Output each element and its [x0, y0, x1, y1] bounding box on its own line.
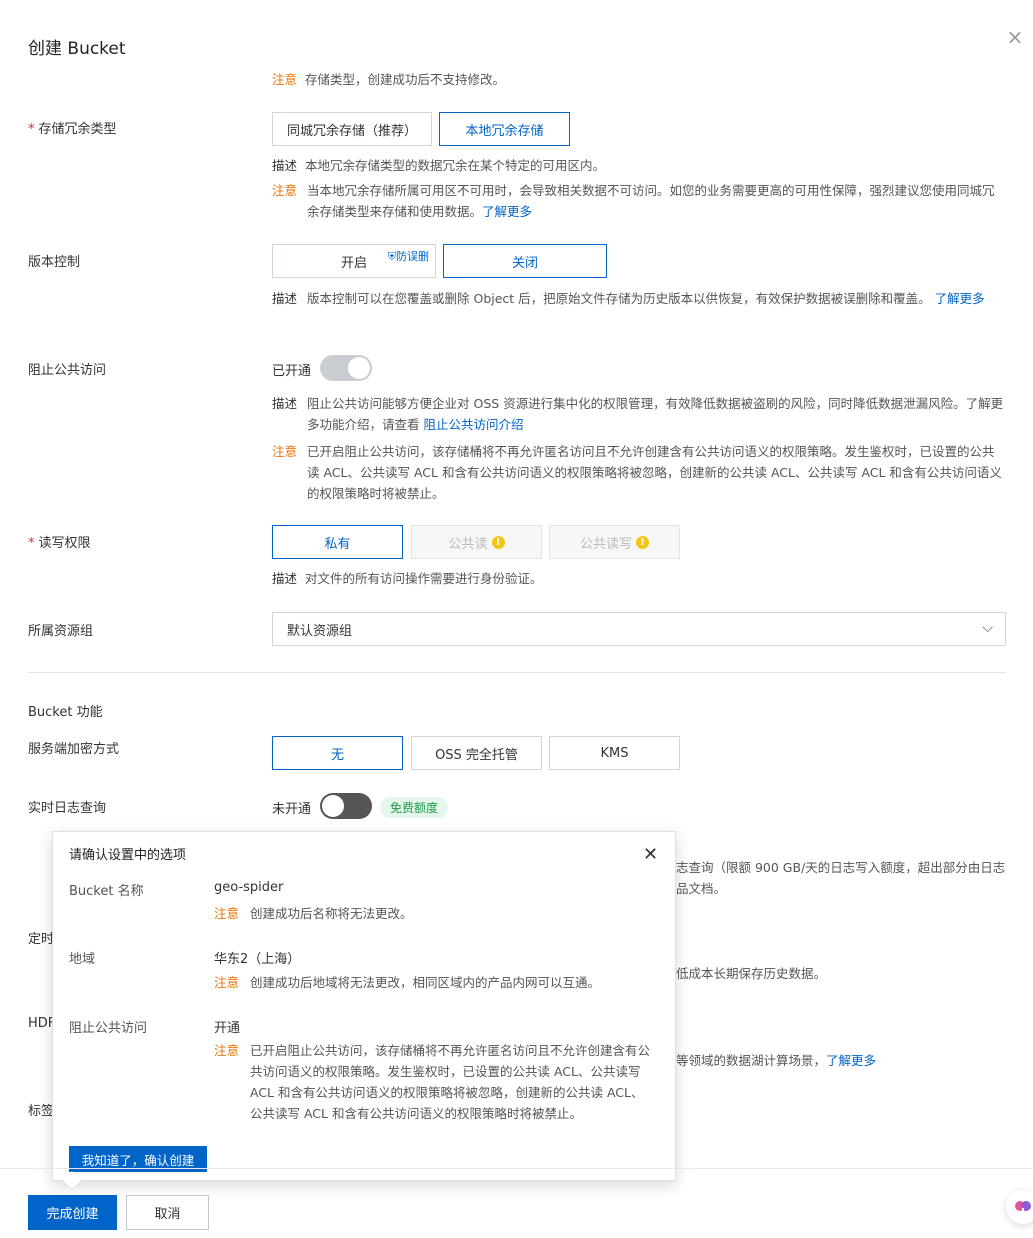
close-icon[interactable]: ✕ — [643, 844, 658, 865]
popover-region-value: 华东2（上海） — [214, 952, 301, 967]
versioning-desc: 描述 版本控制可以在您覆盖或删除 Object 后，把原始文件存储为历史版本以供… — [272, 291, 985, 306]
submit-button[interactable]: 完成创建 — [28, 1195, 117, 1230]
versioning-option-on[interactable]: 开启 ⛨防误删 — [272, 244, 436, 278]
popover-bucket-name-label: Bucket 名称 — [69, 884, 144, 899]
popover-bucket-name-note: 注意 创建成功后名称将无法更改。 — [214, 906, 413, 921]
popover-arrow — [62, 1171, 82, 1191]
scheduled-backup-desc-partial: 低成本长期保存历史数据。 — [676, 966, 827, 981]
warning-icon: ! — [491, 535, 505, 549]
versioning-label: 版本控制 — [28, 255, 81, 270]
popover-block-public-note: 注意 已开启阻止公共访问，该存储桶将不再允许匿名访问且不允许创建含有公共访问语义… — [214, 1043, 651, 1121]
block-public-desc: 描述 阻止公共访问能够方便企业对 OSS 资源进行集中化的权限管理，有效降低数据… — [272, 396, 1004, 432]
free-quota-badge: 免费额度 — [380, 797, 449, 818]
encryption-option-kms[interactable]: KMS — [549, 736, 680, 770]
acl-desc: 描述 对文件的所有访问操作需要进行身份验证。 — [272, 571, 543, 586]
realtime-log-desc-partial: 志查询（限额 900 GB/天的日志写入额度，超出部分由日志 — [676, 860, 1006, 875]
block-public-note: 注意 已开启阻止公共访问，该存储桶将不再允许匿名访问且不允许创建含有公共访问语义… — [272, 444, 1002, 501]
redundancy-option-zrs[interactable]: 同城冗余存储（推荐） — [272, 112, 432, 146]
redundancy-learn-more-link[interactable]: 了解更多 — [482, 204, 532, 219]
block-public-intro-link[interactable]: 阻止公共访问介绍 — [424, 417, 524, 432]
popover-block-public-value: 开通 — [214, 1021, 241, 1036]
realtime-log-doc-link[interactable]: 品文档。 — [676, 878, 726, 897]
encryption-option-oss[interactable]: OSS 完全托管 — [411, 736, 542, 770]
resource-group-select[interactable]: 默认资源组 ⌵ — [272, 612, 1006, 646]
anti-delete-badge: ⛨防误删 — [387, 250, 429, 263]
toggle-knob — [322, 795, 344, 817]
versioning-option-off[interactable]: 关闭 — [443, 244, 607, 278]
redundancy-label: * 存储冗余类型 — [28, 122, 117, 137]
section-divider — [28, 672, 1006, 673]
hdfs-desc-partial: 等领域的数据湖计算场景，了解更多 — [676, 1053, 877, 1068]
realtime-log-status: 未开通 — [272, 802, 312, 817]
realtime-log-label: 实时日志查询 — [28, 801, 107, 816]
block-public-toggle[interactable] — [320, 355, 372, 381]
popover-bucket-name-value: geo-spider — [214, 880, 284, 895]
page-title: 创建 Bucket — [28, 39, 126, 59]
versioning-learn-more-link[interactable]: 了解更多 — [935, 291, 985, 306]
popover-block-public-label: 阻止公共访问 — [69, 1021, 148, 1036]
redundancy-option-lrs[interactable]: 本地冗余存储 — [439, 112, 570, 146]
redundancy-note: 注意 当本地冗余存储所属可用区不可用时，会导致相关数据不可访问。如您的业务需要更… — [272, 183, 995, 219]
confirm-popover: 请确认设置中的选项 ✕ Bucket 名称 geo-spider 注意 创建成功… — [52, 831, 676, 1191]
popover-title: 请确认设置中的选项 — [69, 848, 187, 863]
acl-option-private[interactable]: 私有 — [272, 525, 403, 559]
hdfs-learn-more-link[interactable]: 了解更多 — [826, 1053, 876, 1068]
chevron-down-icon: ⌵ — [982, 620, 993, 636]
redundancy-desc: 描述 本地冗余存储类型的数据冗余在某个特定的可用区内。 — [272, 158, 606, 173]
close-icon[interactable]: × — [1004, 26, 1026, 48]
block-public-label: 阻止公共访问 — [28, 363, 107, 378]
acl-option-public-read[interactable]: 公共读! — [411, 525, 542, 559]
warning-icon: ! — [636, 535, 649, 549]
popover-region-label: 地域 — [69, 952, 96, 967]
block-public-status: 已开通 — [272, 364, 312, 379]
realtime-log-toggle[interactable] — [320, 793, 372, 819]
features-section-title: Bucket 功能 — [28, 705, 103, 720]
toggle-knob — [348, 357, 370, 379]
tags-label: 标签 — [28, 1104, 55, 1119]
acl-label: * 读写权限 — [28, 536, 91, 551]
resource-group-label: 所属资源组 — [28, 624, 94, 639]
shield-icon: ⛨ — [387, 250, 396, 263]
assistant-icon[interactable] — [1006, 1190, 1033, 1224]
acl-option-public-read-write[interactable]: 公共读写! — [549, 525, 680, 559]
assistant-brain-icon — [1015, 1201, 1031, 1214]
footer-divider — [0, 1168, 1033, 1169]
encryption-label: 服务端加密方式 — [28, 742, 120, 757]
scheduled-backup-label: 定时 — [28, 932, 55, 947]
popover-region-note: 注意 创建成功后地域将无法更改，相同区域内的产品内网可以互通。 — [214, 975, 601, 990]
encryption-option-none[interactable]: 无 — [272, 736, 403, 770]
cancel-button[interactable]: 取消 — [126, 1195, 209, 1230]
resource-group-value: 默认资源组 — [287, 623, 353, 639]
storage-type-note: 注意 存储类型，创建成功后不支持修改。 — [272, 72, 506, 87]
